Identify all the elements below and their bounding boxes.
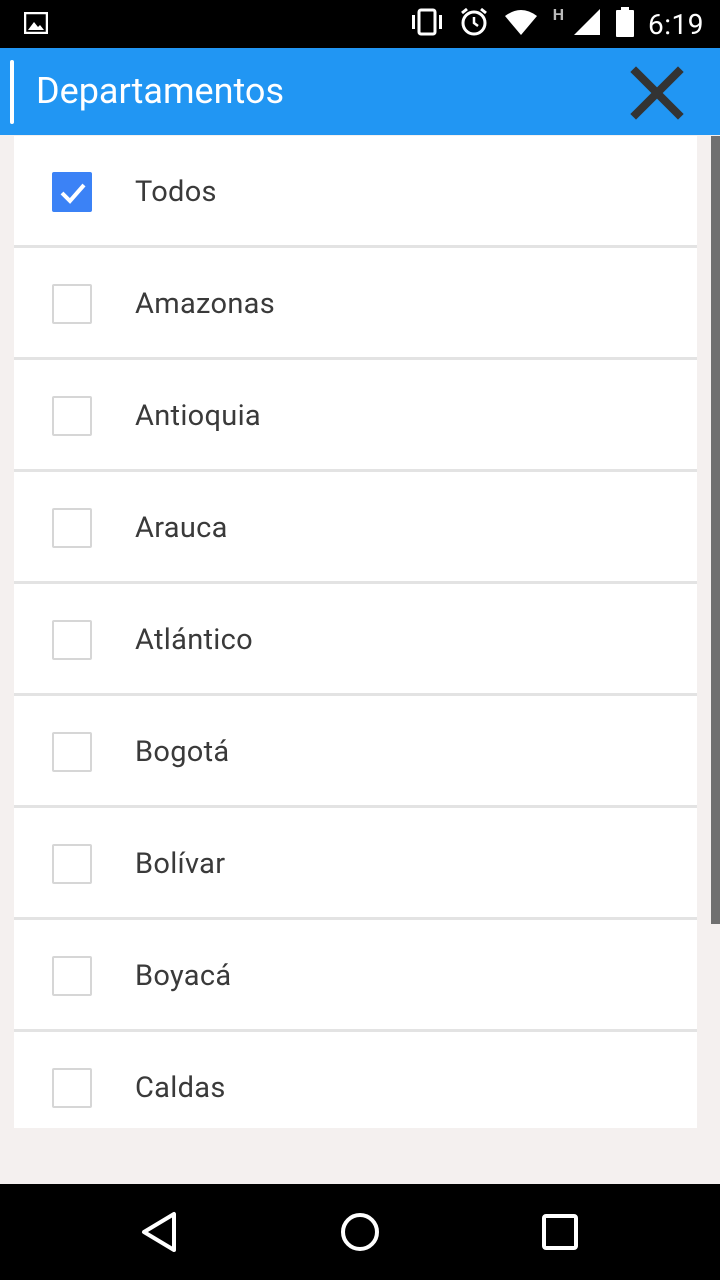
page-title: Departamentos: [36, 70, 285, 112]
checkbox[interactable]: [52, 620, 92, 660]
list-item-label: Arauca: [135, 511, 228, 545]
network-type-label: H: [552, 4, 564, 24]
checkbox[interactable]: [52, 284, 92, 324]
vibrate-icon: [409, 8, 445, 40]
signal-icon: [572, 7, 602, 41]
list-item[interactable]: Bolívar: [14, 808, 697, 920]
list-item[interactable]: Antioquia: [14, 360, 697, 472]
home-button[interactable]: [336, 1208, 384, 1256]
navigation-bar: [0, 1184, 720, 1280]
checkbox[interactable]: [52, 396, 92, 436]
home-icon: [341, 1213, 379, 1251]
list-item[interactable]: Atlántico: [14, 584, 697, 696]
checkmark-icon: [60, 183, 86, 204]
list-item-label: Antioquia: [135, 399, 262, 433]
battery-icon: [616, 7, 634, 41]
wifi-icon: [503, 8, 539, 40]
checkbox[interactable]: [52, 732, 92, 772]
list-item-label: Amazonas: [135, 287, 275, 321]
list-item-label: Todos: [135, 175, 217, 209]
recents-icon: [542, 1214, 578, 1250]
scrollbar[interactable]: [711, 136, 720, 924]
department-list[interactable]: Todos Amazonas Antioquia Arauca Atlántico Bog…: [14, 136, 697, 1128]
image-notification-icon: [23, 11, 49, 38]
list-item-label: Bogotá: [135, 735, 230, 769]
close-button[interactable]: [630, 66, 684, 120]
list-item[interactable]: Bogotá: [14, 696, 697, 808]
checkbox-checked[interactable]: [52, 172, 92, 212]
back-icon: [142, 1212, 176, 1252]
list-item-label: Boyacá: [135, 959, 232, 993]
list-item-label: Bolívar: [135, 847, 226, 881]
checkbox[interactable]: [52, 956, 92, 996]
checkbox[interactable]: [52, 508, 92, 548]
checkbox[interactable]: [52, 1068, 92, 1108]
status-time: 6:19: [648, 7, 704, 41]
checkbox[interactable]: [52, 844, 92, 884]
back-button[interactable]: [136, 1208, 184, 1256]
list-item-label: Atlántico: [135, 623, 253, 657]
list-item[interactable]: Boyacá: [14, 920, 697, 1032]
list-item-label: Caldas: [135, 1071, 226, 1105]
close-icon: [630, 66, 684, 120]
list-item[interactable]: Amazonas: [14, 248, 697, 360]
list-item[interactable]: Arauca: [14, 472, 697, 584]
list-item[interactable]: Todos: [14, 136, 697, 248]
title-accent-bar: [10, 60, 14, 124]
app-bar: Departamentos: [0, 48, 720, 135]
recents-button[interactable]: [536, 1208, 584, 1256]
status-bar: H 6:19: [0, 0, 720, 48]
alarm-icon: [459, 7, 489, 41]
list-item[interactable]: Caldas: [14, 1032, 697, 1128]
